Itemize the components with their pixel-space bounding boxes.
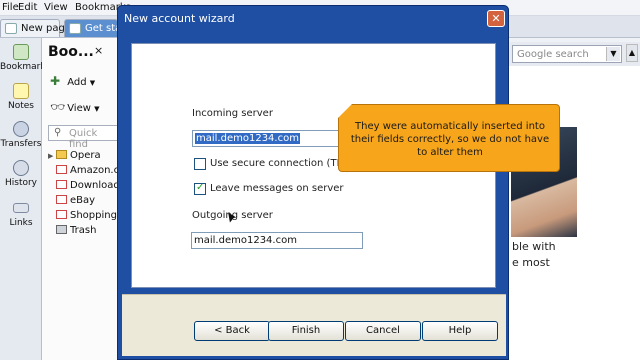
bookmark-icon <box>56 195 67 204</box>
tree-item-label: Opera <box>70 150 101 161</box>
menu-edit[interactable]: Edit <box>18 2 37 13</box>
back-button[interactable]: < Back <box>194 321 270 341</box>
notes-icon <box>13 83 29 99</box>
quick-find-input[interactable]: ⚲ Quick find <box>48 125 118 150</box>
bookmark-icon <box>56 180 67 189</box>
outgoing-server-input[interactable]: mail.demo1234.com <box>191 232 363 249</box>
leave-messages-checkbox[interactable]: ✓ <box>194 182 206 195</box>
view-button[interactable]: 👓︎ View ▼ <box>50 100 100 114</box>
history-icon <box>13 160 29 176</box>
tab-new-page[interactable]: New page <box>0 19 71 37</box>
sidebar-item-label: Transfers <box>0 139 42 149</box>
cancel-button[interactable]: Cancel <box>345 321 421 341</box>
chevron-down-icon[interactable]: ▼ <box>606 47 620 61</box>
sidebar-item-transfers[interactable]: Transfers <box>0 121 42 149</box>
chevron-down-icon: ▼ <box>94 105 100 113</box>
panel-title: Boo... <box>48 44 94 60</box>
search-input[interactable]: Google search ▼ <box>512 45 622 63</box>
page-text-line: e most <box>512 256 550 269</box>
sidebar-item-history[interactable]: History <box>0 160 42 188</box>
help-button[interactable]: Help <box>422 321 498 341</box>
incoming-server-label: Incoming server <box>192 108 273 119</box>
sidebar: Bookmarks Notes Transfers History Links <box>0 38 50 360</box>
folder-icon <box>56 150 67 159</box>
tree-item-label: Trash <box>70 225 97 236</box>
view-label: View <box>67 103 91 114</box>
tree-item-label: eBay <box>70 195 96 206</box>
close-icon[interactable]: ✕ <box>487 10 505 27</box>
add-label: Add <box>67 77 87 88</box>
incoming-server-value: mail.demo1234.com <box>195 133 300 144</box>
links-icon <box>13 203 29 213</box>
leave-messages-label: Leave messages on server <box>210 183 344 194</box>
toolbar-right: Google search ▼ <box>508 42 640 66</box>
transfers-icon <box>13 121 29 137</box>
chevron-down-icon: ▼ <box>89 79 96 87</box>
quick-find-placeholder: Quick find <box>69 128 98 150</box>
sidebar-item-label: Notes <box>8 101 34 111</box>
callout-text: They were automatically inserted into th… <box>350 121 550 158</box>
callout-notch <box>338 104 352 118</box>
bookmarks-icon <box>13 44 29 60</box>
add-bookmark-button[interactable]: ✚ Add ▼ <box>50 74 95 88</box>
bookmark-icon <box>56 165 67 174</box>
page-icon <box>5 23 17 34</box>
bookmark-icon <box>56 210 67 219</box>
sidebar-item-notes[interactable]: Notes <box>0 83 42 111</box>
sidebar-item-label: Links <box>9 218 33 228</box>
sidebar-item-bookmarks[interactable]: Bookmarks <box>0 44 50 72</box>
tree-item-amazon[interactable]: Amazon.co <box>48 165 125 176</box>
menu-view[interactable]: View <box>44 2 68 13</box>
expand-arrow-icon[interactable]: ▶ <box>48 152 56 160</box>
tab-get-started[interactable]: Get star <box>64 19 125 37</box>
checkmark-icon: ✓ <box>196 182 205 193</box>
trash-icon <box>56 225 67 234</box>
dialog-title: New account wizard <box>124 12 235 25</box>
outgoing-server-value: mail.demo1234.com <box>194 235 297 246</box>
finish-button[interactable]: Finish <box>268 321 344 341</box>
search-icon: ⚲ <box>54 127 62 138</box>
sidebar-item-links[interactable]: Links <box>0 200 42 228</box>
menu-file[interactable]: File <box>2 2 19 13</box>
page-icon <box>69 23 81 34</box>
tree-item-ebay[interactable]: eBay <box>48 195 95 206</box>
tree-item-opera[interactable]: ▶ Opera <box>48 150 101 161</box>
close-icon[interactable]: × <box>94 44 103 57</box>
tls-label: Use secure connection (TLS) <box>210 158 353 169</box>
tls-checkbox[interactable] <box>194 158 206 170</box>
search-placeholder: Google search <box>517 49 589 60</box>
sidebar-item-label: History <box>4 178 38 188</box>
tree-item-shopping[interactable]: Shopping.c <box>48 210 126 221</box>
add-icon: ✚ <box>50 74 61 88</box>
glasses-icon: 👓︎ <box>50 100 66 114</box>
page-text-line: ble with <box>512 240 556 253</box>
tree-item-trash[interactable]: Trash <box>48 225 96 236</box>
scroll-up-button[interactable]: ▲ <box>626 44 638 62</box>
bookmarks-panel: Boo... × ✚ Add ▼ 👓︎ View ▼ ⚲ Quick find … <box>42 38 128 360</box>
